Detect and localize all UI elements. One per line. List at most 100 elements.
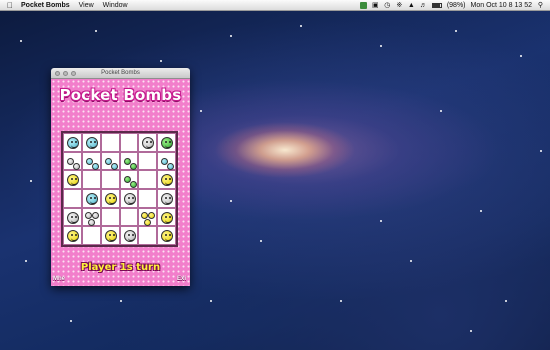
window-titlebar[interactable]: Pocket Bombs xyxy=(51,68,190,79)
bomb-piece-icon xyxy=(110,162,118,170)
bomb-piece-icon xyxy=(141,211,149,219)
bomb-piece-icon xyxy=(123,192,136,205)
menu-view[interactable]: View xyxy=(79,2,94,9)
board-cell[interactable] xyxy=(81,170,101,189)
bomb-piece-icon xyxy=(161,230,174,243)
bomb-piece-icon xyxy=(67,211,79,224)
board-cell[interactable] xyxy=(157,133,176,152)
board-cell[interactable] xyxy=(119,151,139,171)
apple-menu-icon[interactable]:  xyxy=(5,1,15,10)
board-cell[interactable] xyxy=(157,188,176,208)
window-icon[interactable]: ▣ xyxy=(372,2,379,9)
bomb-piece-icon xyxy=(85,192,98,205)
menu-window[interactable]: Window xyxy=(103,2,128,9)
board-cell[interactable] xyxy=(138,170,158,189)
minimize-button[interactable] xyxy=(63,71,68,76)
spotlight-icon[interactable]: ⚲ xyxy=(537,2,544,9)
board-cell[interactable] xyxy=(157,170,176,189)
menu-bar:  Pocket Bombs View Window ▣ ◷ ※ ▲ ♬ (98… xyxy=(0,0,550,11)
star xyxy=(455,30,457,32)
board-cell[interactable] xyxy=(138,207,158,227)
board-cell[interactable] xyxy=(138,133,158,152)
star xyxy=(540,150,542,152)
board-cell[interactable] xyxy=(100,170,120,189)
star xyxy=(470,330,472,332)
star xyxy=(340,300,342,302)
star xyxy=(230,35,232,37)
board-cell[interactable] xyxy=(63,188,82,208)
board-cell[interactable] xyxy=(100,188,120,208)
star xyxy=(380,45,382,47)
bluetooth-icon[interactable]: ※ xyxy=(396,2,403,9)
star xyxy=(380,220,382,222)
board-cell[interactable] xyxy=(138,188,158,208)
star xyxy=(440,110,442,112)
bomb-piece-icon xyxy=(85,137,98,149)
menu-clock[interactable]: Mon Oct 10 8 13 52 xyxy=(471,2,532,9)
bomb-piece-icon xyxy=(142,137,155,149)
star xyxy=(410,260,412,262)
board-cell[interactable] xyxy=(63,170,82,189)
zoom-button[interactable] xyxy=(71,71,76,76)
board-cell[interactable] xyxy=(119,188,139,208)
battery-percent: (98%) xyxy=(446,1,466,9)
bomb-piece-icon xyxy=(91,162,99,170)
bomb-piece-icon xyxy=(67,174,79,187)
board-cell[interactable] xyxy=(100,133,120,152)
board-cell[interactable] xyxy=(81,188,101,208)
exit-button[interactable]: Exi xyxy=(177,276,186,282)
board-cell[interactable] xyxy=(63,133,82,152)
bomb-piece-icon xyxy=(123,157,131,165)
board-cell[interactable] xyxy=(138,151,158,171)
game-area: Pocket Bombs Player 1s turn Mne Exi xyxy=(51,79,190,286)
menu-app-name[interactable]: Pocket Bombs xyxy=(21,2,70,9)
star xyxy=(520,55,522,57)
time-machine-icon[interactable]: ◷ xyxy=(384,2,391,9)
board-cell[interactable] xyxy=(81,133,101,152)
star xyxy=(200,110,202,112)
bomb-piece-icon xyxy=(148,211,156,219)
bomb-piece-icon xyxy=(161,211,174,224)
star xyxy=(30,180,32,182)
volume-icon[interactable]: ♬ xyxy=(420,2,427,9)
battery-icon[interactable] xyxy=(431,2,442,8)
board-cell[interactable] xyxy=(119,207,139,227)
bomb-piece-icon xyxy=(161,174,174,187)
board-cell[interactable] xyxy=(81,151,101,171)
board-cell[interactable] xyxy=(119,133,139,152)
board-cell[interactable] xyxy=(157,207,176,227)
game-logo: Pocket Bombs xyxy=(59,86,182,104)
board-cell[interactable] xyxy=(119,170,139,189)
board-cell[interactable] xyxy=(100,226,120,245)
star xyxy=(160,60,162,62)
window-controls xyxy=(55,71,76,76)
star xyxy=(95,30,97,32)
board-cell[interactable] xyxy=(138,226,158,245)
bomb-piece-icon xyxy=(123,230,136,243)
board-cell[interactable] xyxy=(81,226,101,245)
app-status-icon[interactable] xyxy=(359,1,367,9)
bomb-piece-icon xyxy=(91,211,99,219)
menu-button[interactable]: Mne xyxy=(53,276,65,282)
board-cell[interactable] xyxy=(119,226,139,245)
star xyxy=(230,200,232,202)
status-area: ▣ ◷ ※ ▲ ♬ (98%) Mon Oct 10 8 13 52 ⚲ xyxy=(359,1,544,9)
close-button[interactable] xyxy=(55,71,60,76)
board-cell[interactable] xyxy=(100,151,120,171)
bomb-piece-icon xyxy=(161,137,174,149)
board-cell[interactable] xyxy=(63,151,82,171)
bomb-piece-icon xyxy=(104,192,117,205)
bomb-piece-icon xyxy=(144,218,152,226)
board-cell[interactable] xyxy=(63,226,82,245)
bomb-piece-icon xyxy=(161,192,174,205)
board-cell[interactable] xyxy=(157,151,176,171)
board-cell[interactable] xyxy=(157,226,176,245)
board-cell[interactable] xyxy=(100,207,120,227)
window-title: Pocket Bombs xyxy=(101,70,140,76)
bomb-piece-icon xyxy=(129,162,137,170)
wifi-icon[interactable]: ▲ xyxy=(408,2,415,9)
star xyxy=(480,210,482,212)
star xyxy=(260,240,262,242)
board-cell[interactable] xyxy=(81,207,101,227)
board-cell[interactable] xyxy=(63,207,82,227)
